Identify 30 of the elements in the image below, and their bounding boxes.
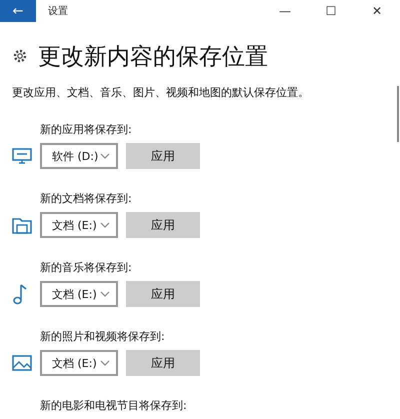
chevron-down-icon <box>100 153 110 159</box>
apply-button[interactable]: 应用 <box>126 281 200 307</box>
chevron-down-icon <box>100 291 110 297</box>
music-note-icon <box>12 283 28 305</box>
minimize-button[interactable]: — <box>262 0 308 22</box>
back-button[interactable]: ← <box>0 0 36 22</box>
picture-icon <box>12 355 32 371</box>
apply-button[interactable]: 应用 <box>126 350 200 376</box>
section-label: 新的照片和视频将保存到: <box>40 329 166 344</box>
drive-dropdown[interactable]: 文档 (E:) <box>40 350 118 376</box>
section-label: 新的音乐将保存到: <box>40 260 133 275</box>
chevron-down-icon <box>100 222 110 228</box>
folder-icon <box>12 216 32 234</box>
drive-dropdown[interactable]: 文档 (E:) <box>40 212 118 238</box>
section-label: 新的应用将保存到: <box>40 122 133 137</box>
monitor-icon <box>12 148 32 164</box>
apply-button[interactable]: 应用 <box>126 212 200 238</box>
scrollbar[interactable] <box>397 86 399 142</box>
close-button[interactable]: ✕ <box>354 0 400 22</box>
maximize-button[interactable]: ☐ <box>308 0 354 22</box>
page-heading: 更改新内容的保存位置 <box>38 42 268 72</box>
description-text: 更改应用、文档、音乐、图片、视频和地图的默认保存位置。 <box>11 85 310 100</box>
section-label: 新的电影和电视节目将保存到: <box>40 398 188 413</box>
drive-dropdown[interactable]: 软件 (D:) <box>40 143 118 169</box>
section-label: 新的文档将保存到: <box>40 191 133 206</box>
settings-icon <box>12 48 28 64</box>
chevron-down-icon <box>100 360 110 366</box>
window-title: 设置 <box>48 4 69 18</box>
drive-dropdown[interactable]: 文档 (E:) <box>40 281 118 307</box>
apply-button[interactable]: 应用 <box>126 143 200 169</box>
